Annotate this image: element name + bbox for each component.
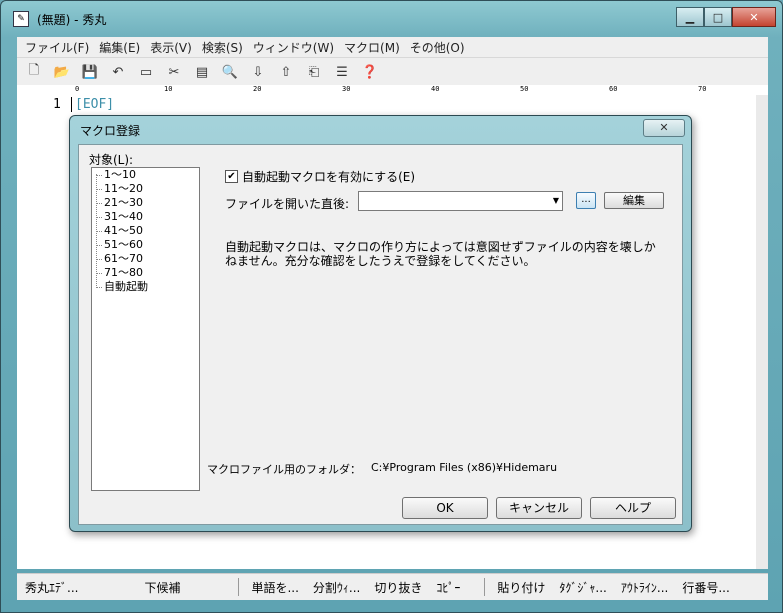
search-up-icon[interactable]: ⇧	[275, 62, 297, 82]
ruler-mark: 30	[342, 85, 351, 93]
tree-item[interactable]: 21～30	[96, 196, 143, 210]
app-window: ✎ (無題) - 秀丸 ▁ □ ✕ ファイル(F) 編集(E) 表示(V) 検索…	[0, 0, 783, 613]
macro-folder-path: C:¥Program Files (x86)¥Hidemaru	[371, 461, 558, 474]
dropdown-arrow-icon[interactable]: ▼	[553, 196, 559, 205]
browse-button[interactable]: ...	[576, 192, 596, 209]
menu-macro[interactable]: マクロ(M)	[344, 39, 400, 56]
fn-tag-jump[interactable]: ﾀｸﾞｼﾞｬ...	[559, 579, 606, 596]
fn-next-candidate[interactable]: 下候補	[144, 579, 180, 596]
autostart-checkbox-label[interactable]: 自動起動マクロを有効にする(E)	[242, 168, 415, 185]
menu-window[interactable]: ウィンドウ(W)	[253, 39, 334, 56]
autostart-checkbox-row[interactable]: ✔ 自動起動マクロを有効にする(E)	[225, 168, 415, 185]
tree-item-autostart[interactable]: 自動起動	[96, 280, 148, 294]
fn-hidemaru-editor[interactable]: 秀丸ｴﾃﾞ...	[25, 579, 78, 596]
search-down-icon[interactable]: ⇩	[247, 62, 269, 82]
menu-edit[interactable]: 編集(E)	[99, 39, 140, 56]
fn-word[interactable]: 単語を...	[251, 579, 298, 596]
on-open-label: ファイルを開いた直後:	[225, 197, 350, 211]
fn-line-number[interactable]: 行番号...	[682, 579, 729, 596]
line-number: 1	[53, 97, 61, 112]
open-folder-icon[interactable]: 📂	[51, 62, 73, 82]
fn-split-window[interactable]: 分割ｳｨ...	[313, 579, 360, 596]
help-button[interactable]: ヘルプ	[590, 497, 676, 519]
tree-item[interactable]: 11～20	[96, 182, 143, 196]
ruler-mark: 40	[431, 85, 440, 93]
tree-item[interactable]: 1～10	[96, 168, 136, 182]
status-divider	[238, 578, 240, 596]
ruler-mark: 10	[164, 85, 173, 93]
menu-file[interactable]: ファイル(F)	[25, 39, 89, 56]
paste-icon[interactable]: ▤	[191, 62, 213, 82]
minimize-button[interactable]: ▁	[676, 7, 704, 27]
target-label: 対象(L):	[89, 153, 134, 167]
fn-outline[interactable]: ｱｳﾄﾗｲﾝ...	[621, 579, 668, 596]
new-file-icon[interactable]: 🗋	[23, 62, 45, 82]
search-icon[interactable]: 🔍	[219, 62, 241, 82]
tree-item[interactable]: 61～70	[96, 252, 143, 266]
macro-folder-label: マクロファイル用のフォルダ：	[207, 463, 361, 476]
close-button[interactable]: ✕	[732, 7, 776, 27]
title-bar[interactable]: ✎ (無題) - 秀丸 ▁ □ ✕	[1, 1, 782, 35]
menu-search[interactable]: 検索(S)	[202, 39, 243, 56]
autostart-checkbox[interactable]: ✔	[225, 170, 238, 183]
warning-text: 自動起動マクロは、マクロの作り方によっては意図せずファイルの内容を壊しかねません…	[225, 240, 656, 268]
fn-paste[interactable]: 貼り付け	[497, 579, 545, 596]
menu-other[interactable]: その他(O)	[410, 39, 465, 56]
tree-item[interactable]: 41～50	[96, 224, 143, 238]
fn-cut[interactable]: 切り抜き	[374, 579, 422, 596]
cut-icon[interactable]: ✂	[163, 62, 185, 82]
save-icon[interactable]: 💾	[79, 62, 101, 82]
window-title: (無題) - 秀丸	[37, 13, 107, 27]
ruler-mark: 50	[520, 85, 529, 93]
ruler-mark: 60	[609, 85, 618, 93]
menu-view[interactable]: 表示(V)	[150, 39, 192, 56]
undo-icon[interactable]: ↶	[107, 62, 129, 82]
status-bar: 秀丸ｴﾃﾞ... 下候補 単語を... 分割ｳｨ... 切り抜き ｺﾋﾟｰ 貼り…	[17, 573, 768, 600]
maximize-button[interactable]: □	[704, 7, 732, 27]
macro-register-dialog: マクロ登録 ✕ 対象(L): 1～10 11～20 21～30 31～40 41…	[69, 115, 692, 532]
dialog-title: マクロ登録	[80, 124, 141, 138]
edit-button[interactable]: 編集	[604, 192, 664, 209]
app-icon: ✎	[13, 11, 29, 27]
ruler-mark: 20	[253, 85, 262, 93]
eof-marker: [EOF]	[71, 97, 114, 112]
ruler-mark: 70	[698, 85, 707, 93]
copy-rect-icon[interactable]: ▭	[135, 62, 157, 82]
tree-item[interactable]: 31～40	[96, 210, 143, 224]
tree-item[interactable]: 51～60	[96, 238, 143, 252]
status-divider	[484, 578, 486, 596]
tag-jump-icon[interactable]: ⎗	[303, 62, 325, 82]
cancel-button[interactable]: キャンセル	[496, 497, 582, 519]
tree-item[interactable]: 71～80	[96, 266, 143, 280]
toolbar: 🗋 📂 💾 ↶ ▭ ✂ ▤ 🔍 ⇩ ⇧ ⎗ ☰ ❓	[17, 57, 768, 86]
ruler-mark: 0	[75, 85, 80, 93]
target-tree[interactable]: 1～10 11～20 21～30 31～40 41～50 51～60 61～70…	[91, 167, 200, 491]
ok-button[interactable]: OK	[402, 497, 488, 519]
dialog-body: 対象(L): 1～10 11～20 21～30 31～40 41～50 51～6…	[78, 144, 683, 525]
dialog-close-button[interactable]: ✕	[643, 119, 685, 137]
split-window-icon[interactable]: ☰	[331, 62, 353, 82]
fn-copy[interactable]: ｺﾋﾟｰ	[436, 579, 460, 596]
on-open-macro-select[interactable]: ▼	[358, 191, 563, 211]
menu-bar: ファイル(F) 編集(E) 表示(V) 検索(S) ウィンドウ(W) マクロ(M…	[17, 37, 768, 57]
vertical-scrollbar[interactable]	[756, 95, 768, 569]
help-icon[interactable]: ❓	[359, 62, 381, 82]
